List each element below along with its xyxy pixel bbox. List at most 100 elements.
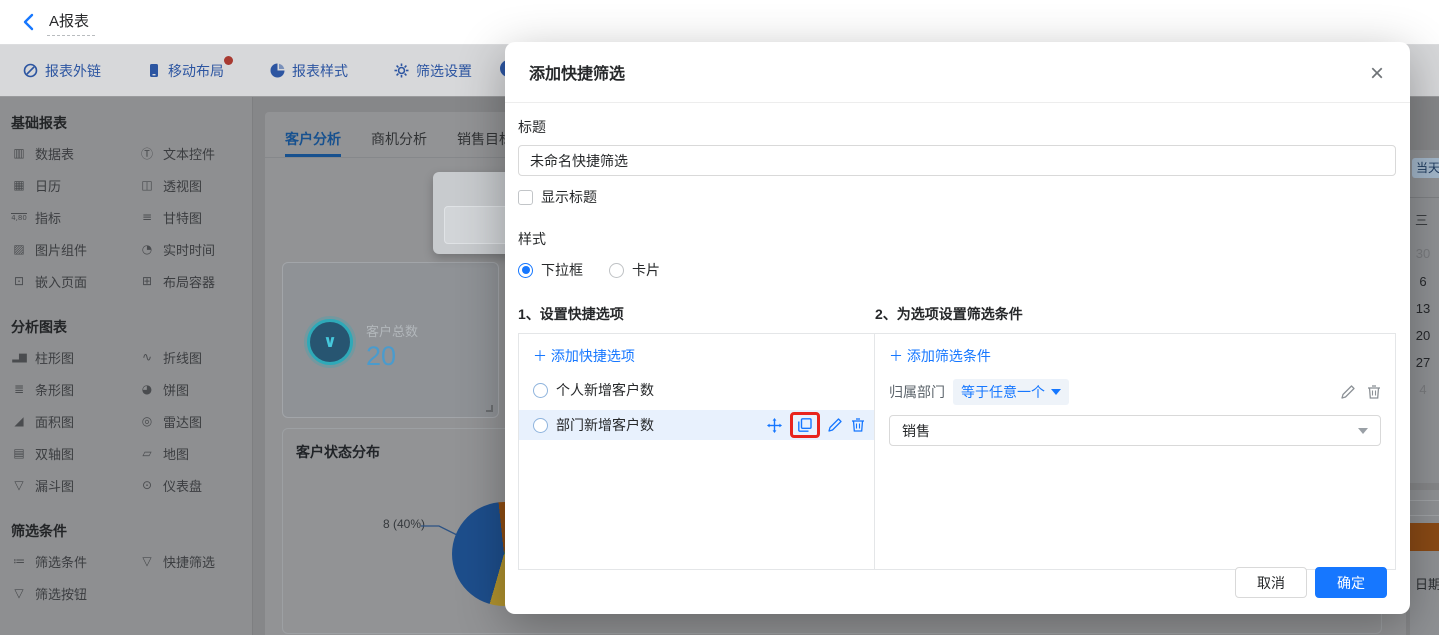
sidebar-item-radar-chart[interactable]: ◎ 雷达图	[139, 405, 252, 437]
sidebar-item-label: 饼图	[163, 382, 190, 398]
checkbox-icon[interactable]	[518, 189, 533, 205]
sidebar-item-label: 雷达图	[163, 414, 203, 430]
embed-page-icon: ⊡	[13, 274, 25, 288]
sidebar-item-quick-filter[interactable]: ▽ 快捷筛选	[139, 545, 252, 577]
checkbox-label: 显示标题	[541, 189, 597, 205]
sidebar-item-bar-chart[interactable]: ≣ 条形图	[11, 373, 139, 405]
toolbar-item-filter-settings[interactable]: 筛选设置	[394, 61, 472, 81]
condition-operator-dropdown[interactable]: 等于任意一个	[953, 379, 1069, 405]
sidebar-item-text-widget[interactable]: Ⓣ 文本控件	[139, 137, 252, 169]
quick-option-row-selected[interactable]: 部门新增客户数	[519, 410, 874, 440]
sidebar-item-realtime-clock[interactable]: ◔ 实时时间	[139, 233, 252, 265]
copy-icon[interactable]	[798, 418, 812, 432]
trash-icon[interactable]	[1367, 385, 1381, 399]
sidebar-item-embed-page[interactable]: ⊡ 嵌入页面	[11, 265, 139, 297]
sidebar-item-filter-condition[interactable]: ≔ 筛选条件	[11, 545, 139, 577]
sidebar-item-pivot[interactable]: ◫ 透视图	[139, 169, 252, 201]
condition-value-select[interactable]: 销售	[889, 415, 1381, 446]
tab-opportunity-analysis[interactable]: 商机分析	[371, 129, 427, 157]
sidebar-item-column-chart[interactable]: ▂▆ 柱形图	[11, 341, 139, 373]
orange-header-bar	[1410, 523, 1439, 551]
tab-customer-analysis[interactable]: 客户分析	[285, 129, 341, 157]
sidebar-item-line-chart[interactable]: ∿ 折线图	[139, 341, 252, 373]
add-quick-option-link[interactable]: ＋ 添加快捷选项	[533, 346, 635, 366]
show-title-checkbox-row[interactable]: 显示标题	[518, 187, 1396, 207]
title-input[interactable]: 未命名快捷筛选	[518, 145, 1396, 176]
sidebar-item-calendar[interactable]: ▦ 日历	[11, 169, 139, 201]
divider	[1410, 197, 1439, 198]
quick-options-panel: ＋ 添加快捷选项 个人新增客户数 部门新增客户数	[519, 334, 875, 569]
report-name[interactable]: A报表	[47, 8, 96, 36]
pie-callout-line	[421, 525, 458, 536]
divider	[1410, 515, 1439, 516]
sidebar-item-gantt[interactable]: ≡ 甘特图	[139, 201, 252, 233]
radio-option-card[interactable]: 卡片	[609, 260, 660, 280]
sidebar-item-label: 筛选条件	[35, 554, 88, 570]
dialog-title: 添加快捷筛选	[529, 66, 626, 83]
toolbar-item-external-link[interactable]: 报表外链	[23, 61, 101, 81]
resize-handle-icon[interactable]	[486, 405, 493, 412]
conditions-section-heading: 2、为选项设置筛选条件	[875, 306, 1023, 322]
radio-unselected-icon[interactable]	[533, 382, 548, 398]
gantt-chart-icon: ≡	[141, 210, 153, 224]
sidebar-item-label: 折线图	[163, 350, 203, 366]
calendar-day[interactable]: 27	[1410, 355, 1436, 370]
move-icon[interactable]	[767, 417, 782, 433]
sidebar-item-dual-axis-chart[interactable]: ▤ 双轴图	[11, 437, 139, 469]
customer-badge-icon: ∨	[307, 319, 353, 365]
close-icon[interactable]: ×	[1366, 58, 1388, 90]
quick-option-label: 部门新增客户数	[556, 417, 654, 433]
style-field-label: 样式	[518, 231, 546, 247]
sidebar-item-image[interactable]: ▨ 图片组件	[11, 233, 139, 265]
calendar-day[interactable]: 13	[1410, 301, 1436, 316]
filter-condition-icon: ≔	[13, 554, 25, 568]
calendar-day[interactable]: 20	[1410, 328, 1436, 343]
radio-unselected-icon[interactable]	[609, 262, 624, 278]
condition-field-name: 归属部门	[889, 384, 945, 400]
sidebar-item-label: 柱形图	[35, 350, 75, 366]
sidebar-item-layout-container[interactable]: ⊞ 布局容器	[139, 265, 252, 297]
radio-option-dropdown[interactable]: 下拉框	[518, 260, 583, 280]
pie-chart-icon	[270, 63, 285, 78]
sidebar-item-label: 布局容器	[163, 274, 216, 290]
sidebar-item-gauge[interactable]: ⊙ 仪表盘	[139, 469, 252, 501]
kpi-card-customer-total[interactable]: ∨ 客户总数 20	[282, 262, 499, 418]
dialog-body: 标题 未命名快捷筛选 显示标题 样式 下拉框 卡片 1、设置快捷选项 2、为选项…	[505, 103, 1410, 570]
calendar-day[interactable]: 4	[1410, 382, 1436, 397]
radio-selected-icon[interactable]	[518, 262, 533, 278]
cancel-button[interactable]: 取消	[1235, 567, 1307, 598]
sidebar-item-metric[interactable]: 4,80 指标	[11, 201, 139, 233]
add-filter-condition-link[interactable]: ＋ 添加筛选条件	[889, 346, 991, 366]
sidebar-item-label: 文本控件	[163, 146, 216, 162]
toolbar-item-report-style[interactable]: 报表样式	[270, 61, 348, 81]
trash-icon[interactable]	[851, 418, 865, 432]
chevron-down-icon	[1358, 427, 1368, 434]
chart-title: 客户状态分布	[296, 444, 380, 460]
metric-icon: 4,80	[11, 212, 27, 222]
toolbar-item-mobile-layout[interactable]: 移动布局	[147, 55, 233, 81]
sidebar-item-label: 地图	[163, 446, 190, 462]
edit-pencil-icon[interactable]	[828, 418, 842, 432]
calendar-day[interactable]: 30	[1410, 246, 1436, 261]
sidebar-item-filter-button[interactable]: ▽ 筛选按钮	[11, 577, 139, 609]
quick-filter-icon: ▽	[142, 554, 152, 568]
edit-pencil-icon[interactable]	[1341, 385, 1355, 399]
calendar-today-button[interactable]: 当天	[1412, 158, 1439, 178]
quick-option-label: 个人新增客户数	[556, 382, 654, 398]
condition-action-icons	[1341, 385, 1381, 399]
radio-label: 卡片	[632, 262, 660, 278]
back-chevron-icon[interactable]	[20, 13, 38, 31]
sidebar-item-area-chart[interactable]: ◢ 面积图	[11, 405, 139, 437]
sidebar-item-pie-chart[interactable]: ◕ 饼图	[139, 373, 252, 405]
quick-option-row[interactable]: 个人新增客户数	[519, 375, 874, 405]
calendar-day[interactable]: 6	[1410, 274, 1436, 289]
gear-icon	[394, 63, 409, 78]
sidebar-item-label: 图片组件	[35, 242, 88, 258]
widget-sidebar: 基础报表 ▥ 数据表 Ⓣ 文本控件 ▦ 日历 ◫ 透视图 4,80 指标 ≡ 甘特图 ▨ 图片…	[0, 97, 253, 635]
sidebar-item-data-table[interactable]: ▥ 数据表	[11, 137, 139, 169]
confirm-button[interactable]: 确定	[1315, 567, 1387, 598]
sidebar-item-map[interactable]: ▱ 地图	[139, 437, 252, 469]
sidebar-item-funnel-chart[interactable]: ▽ 漏斗图	[11, 469, 139, 501]
toolbar-item-label: 报表外链	[45, 62, 101, 79]
radio-unselected-icon[interactable]	[533, 417, 548, 433]
